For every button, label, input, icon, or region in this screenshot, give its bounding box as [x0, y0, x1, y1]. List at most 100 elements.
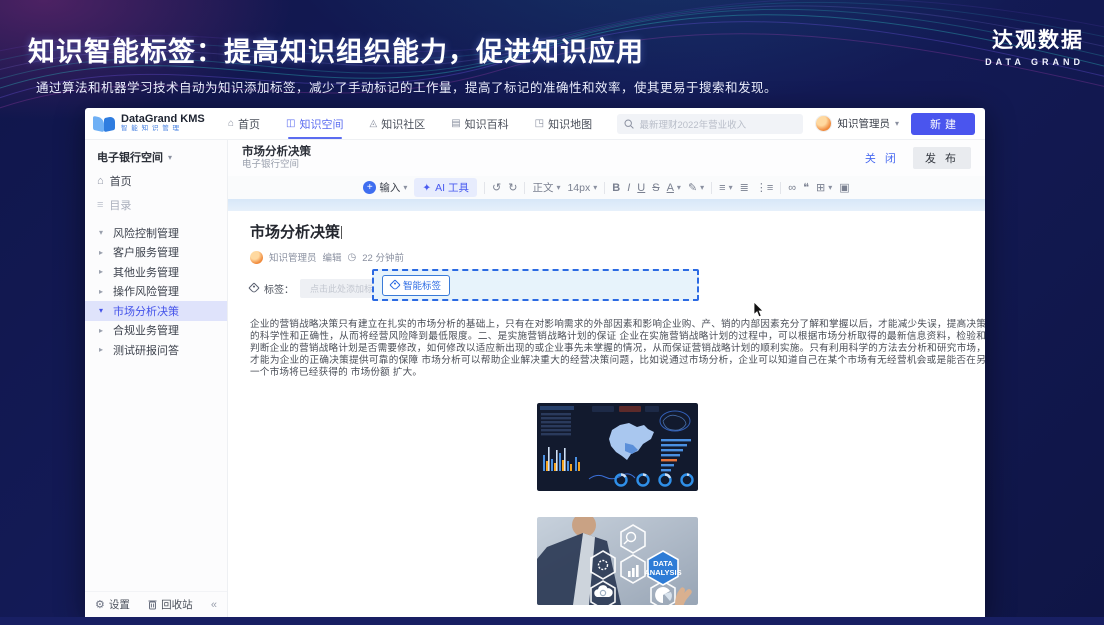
author-row: 知识管理员 编辑 ◷ 22 分钟前: [250, 250, 985, 264]
chevron-down-icon: ▾: [700, 183, 704, 192]
media-icon[interactable]: ▣: [839, 181, 849, 194]
space-switcher[interactable]: 电子银行空间 ▾: [85, 140, 227, 165]
sidebar-item-label: 客户服务管理: [113, 244, 179, 260]
insert-button[interactable]: + 输入 ▾: [363, 180, 407, 195]
sidebar-item-compliance[interactable]: ▸ 合规业务管理: [85, 321, 227, 341]
strikethrough-icon[interactable]: S: [652, 182, 659, 194]
nav-label: 首页: [238, 116, 260, 132]
smart-tag-selection-box: 智能标签: [372, 269, 699, 301]
nav-home[interactable]: ⌂ 首页: [228, 108, 260, 139]
quote-icon[interactable]: ❝: [803, 181, 809, 194]
nav-label: 知识社区: [381, 116, 425, 132]
settings-button[interactable]: 设置: [109, 597, 130, 612]
align-button[interactable]: ≡ ▾: [719, 182, 732, 194]
tags-row: 标签： 点击此处添加标签 智能标签: [250, 273, 985, 303]
italic-icon[interactable]: I: [627, 182, 630, 194]
unordered-list-icon[interactable]: ⋮≡: [756, 181, 773, 194]
ordered-list-icon[interactable]: ≣: [740, 181, 749, 194]
chevron-down-icon: ▾: [895, 119, 899, 128]
table-button[interactable]: ⊞ ▾: [816, 181, 832, 194]
app-header: DataGrand KMS 智 能 知 识 管 理 ⌂ 首页 ◫ 知识空间 ◬ …: [85, 108, 985, 140]
nav-knowledge-community[interactable]: ◬ 知识社区: [370, 108, 426, 139]
tag-icon: [248, 282, 259, 293]
sidebar-item-operation-risk[interactable]: ▸ 操作风险管理: [85, 282, 227, 302]
trash-button[interactable]: 回收站: [161, 597, 193, 612]
font-color-icon: A: [667, 182, 674, 194]
tag-icon: [389, 279, 400, 290]
nav-knowledge-wiki[interactable]: ▤ 知识百科: [451, 108, 508, 139]
community-icon: ◬: [370, 118, 378, 129]
doc-header: 市场分析决策 电子银行空间 关 闭 发 布: [228, 140, 985, 176]
tree-arrow-icon: ▾: [99, 228, 107, 237]
user-menu[interactable]: 知识管理员 ▾: [815, 115, 899, 132]
chevron-down-icon: ▾: [403, 183, 407, 192]
nav-label: 知识百科: [465, 116, 509, 132]
font-size-select[interactable]: 14px ▾: [567, 182, 597, 194]
slide-subtitle: 通过算法和机器学习技术自动为知识添加标签，减少了手动标记的工作量，提高了标记的准…: [36, 77, 777, 96]
slide: 知识智能标签：提高知识组织能力，促进知识应用 通过算法和机器学习技术自动为知识添…: [0, 0, 1104, 625]
highlight-color-button[interactable]: ✎ ▾: [688, 181, 704, 194]
photo-text-line2: ANALYSIS: [644, 568, 681, 577]
mouse-cursor: [753, 302, 764, 318]
sidebar-item-label: 操作风险管理: [113, 283, 179, 299]
paragraph-style-select[interactable]: 正文 ▾: [532, 180, 560, 195]
doc-header-title: 市场分析决策: [242, 145, 311, 159]
tree-arrow-icon: ▸: [99, 267, 107, 276]
top-nav: ⌂ 首页 ◫ 知识空间 ◬ 知识社区 ▤ 知识百科 ◳ 知识地图: [228, 108, 592, 139]
sidebar-item-test-report[interactable]: ▸ 测试研报问答: [85, 340, 227, 360]
slide-title: 知识智能标签：提高知识组织能力，促进知识应用: [28, 30, 644, 69]
plus-icon: +: [363, 181, 376, 194]
nav-knowledge-map[interactable]: ◳ 知识地图: [535, 108, 592, 139]
underline-icon[interactable]: U: [637, 182, 645, 194]
chevron-down-icon: ▾: [168, 153, 172, 162]
book-logo-icon: [93, 114, 115, 132]
new-doc-button[interactable]: 新建: [911, 113, 975, 135]
sidebar: 电子银行空间 ▾ ⌂ 首页 ≡ 目录 ▾ 风险控制管理: [85, 140, 228, 617]
close-button[interactable]: 关 闭: [865, 150, 899, 166]
slide-bottom-band: [0, 617, 1104, 625]
ai-tools-button[interactable]: ✦ AI 工具: [414, 178, 477, 197]
sidebar-item-label: 合规业务管理: [113, 322, 179, 338]
doc-header-space: 电子银行空间: [242, 159, 311, 171]
sidebar-tree: ▾ 风险控制管理 ▸ 客户服务管理 ▸ 其他业务管理 ▸ 操作风险管理: [85, 223, 227, 360]
tree-arrow-icon: ▸: [99, 287, 107, 296]
document-body-text[interactable]: 企业的营销战略决策只有建立在扎实的市场分析的基础上，只有在对影响需求的外部因素和…: [250, 319, 985, 379]
home-icon: ⌂: [228, 118, 234, 129]
avatar: [815, 115, 832, 132]
redo-icon[interactable]: ↻: [508, 181, 517, 194]
sidebar-item-other-business[interactable]: ▸ 其他业务管理: [85, 262, 227, 282]
sidebar-item-customer-service[interactable]: ▸ 客户服务管理: [85, 243, 227, 263]
sidebar-item-toc[interactable]: ≡ 目录: [85, 189, 227, 213]
sidebar-item-risk-control[interactable]: ▾ 风险控制管理: [85, 223, 227, 243]
app-logo[interactable]: DataGrand KMS 智 能 知 识 管 理: [85, 114, 228, 132]
sidebar-item-home[interactable]: ⌂ 首页: [85, 165, 227, 189]
nav-knowledge-space[interactable]: ◫ 知识空间: [286, 108, 343, 139]
link-icon[interactable]: ∞: [788, 182, 796, 194]
document-editor[interactable]: 市场分析决策 知识管理员 编辑 ◷ 22 分钟前 标签： 点击此处添加标签: [228, 211, 985, 617]
table-icon: ⊞: [816, 181, 825, 194]
list-icon: ≡: [97, 199, 103, 211]
tree-arrow-icon: ▸: [99, 326, 107, 335]
kms-app-window: DataGrand KMS 智 能 知 识 管 理 ⌂ 首页 ◫ 知识空间 ◬ …: [85, 108, 985, 617]
chevron-down-icon: ▾: [593, 183, 597, 192]
tags-label: 标签：: [264, 281, 294, 296]
sidebar-item-market-analysis[interactable]: ▾ 市场分析决策: [85, 301, 227, 321]
map-icon: ◳: [535, 118, 544, 129]
undo-icon[interactable]: ↺: [492, 181, 501, 194]
space-icon: ◫: [286, 118, 295, 129]
sidebar-item-label: 市场分析决策: [113, 303, 179, 319]
search-icon: [624, 119, 634, 129]
font-color-button[interactable]: A ▾: [667, 182, 681, 194]
toolbar-highlight-strip: [228, 199, 985, 211]
smart-tag-button[interactable]: 智能标签: [382, 275, 450, 296]
app-logo-subtitle: 智 能 知 识 管 理: [121, 126, 205, 133]
chevron-down-icon: ▾: [677, 183, 681, 192]
dashboard-image: [537, 403, 698, 491]
bold-icon[interactable]: B: [612, 182, 620, 194]
collapse-sidebar-button[interactable]: «: [211, 599, 217, 611]
sidebar-home-label: 首页: [110, 173, 132, 189]
avatar: [250, 251, 263, 264]
publish-button[interactable]: 发 布: [913, 147, 971, 169]
search-input[interactable]: 最新理财2022年营业收入: [617, 114, 803, 134]
document-title[interactable]: 市场分析决策: [250, 221, 985, 242]
